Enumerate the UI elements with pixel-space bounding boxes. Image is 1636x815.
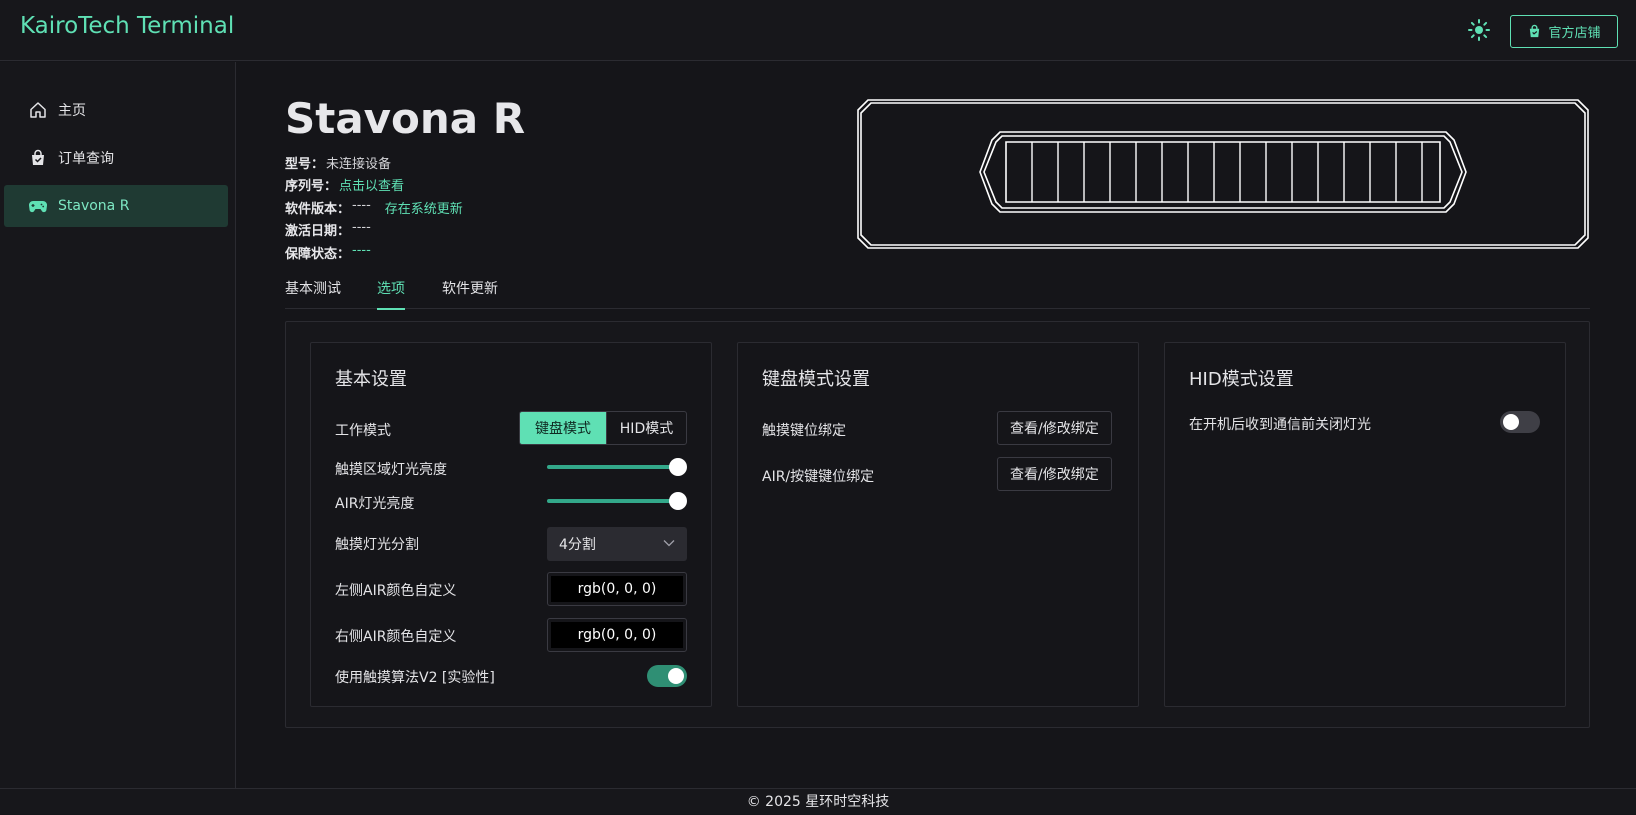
touch-split-label: 触摸灯光分割 [335,537,419,553]
air-binding-label: AIR/按键键位绑定 [762,469,875,485]
air-brightness-slider[interactable] [547,492,687,510]
system-update-link[interactable]: 存在系统更新 [385,198,463,217]
slider-track [547,465,677,469]
model-value: 未连接设备 [326,157,392,172]
shopping-bag-icon [1530,24,1540,38]
sidebar-item-home[interactable]: 主页 [4,89,228,131]
slider-thumb[interactable] [669,458,687,476]
card-title: HID模式设置 [1189,369,1294,390]
touch-v2-toggle[interactable] [647,665,687,687]
lights-off-toggle[interactable] [1500,411,1540,433]
device-serial-row: 序列号： 点击以查看 [285,175,404,194]
device-illustration [857,99,1589,249]
official-store-button[interactable]: 官方店铺 [1510,15,1618,48]
home-icon [30,102,46,118]
store-button-label: 官方店铺 [1548,26,1601,41]
touch-binding-label: 触摸键位绑定 [762,423,846,439]
work-mode-toggle: 键盘模式 HID模式 [519,411,687,445]
hid-mode-option[interactable]: HID模式 [606,412,686,444]
left-air-color-label: 左侧AIR颜色自定义 [335,583,457,599]
order-bag-icon [32,149,44,165]
touch-split-select[interactable]: 4分割 [547,527,687,561]
top-bar: KairoTech Terminal 官方店铺 [0,0,1636,61]
hid-settings-card: HID模式设置 在开机后收到通信前关闭灯光 [1164,342,1566,707]
toggle-knob [668,668,684,684]
chevron-down-icon [663,540,675,547]
software-label: 软件版本： [285,202,351,217]
card-title: 键盘模式设置 [762,369,870,390]
activation-label: 激活日期： [285,224,351,239]
device-activation-row: 激活日期： ---- [285,220,371,239]
touch-split-value: 4分割 [559,537,596,553]
tab-basic-test[interactable]: 基本测试 [285,278,341,308]
left-air-color-picker[interactable]: rgb(0, 0, 0) [547,572,687,606]
gamepad-icon [28,200,48,213]
model-label: 型号： [285,157,325,172]
sun-icon[interactable] [1467,18,1491,42]
air-binding-button[interactable]: 查看/修改绑定 [997,457,1112,491]
sidebar-item-orders[interactable]: 订单查询 [4,137,228,179]
software-value: ---- [352,198,371,213]
device-tabs: 基本测试 选项 软件更新 [285,268,1590,310]
footer: © 2025 星环时空科技 [0,788,1636,814]
air-brightness-label: AIR灯光亮度 [335,496,415,512]
toggle-knob [1503,414,1519,430]
device-title: Stavona R [285,94,526,143]
tab-options[interactable]: 选项 [377,278,405,310]
sidebar-item-stavona-r[interactable]: Stavona R [4,185,228,227]
work-mode-label: 工作模式 [335,423,391,439]
app-brand[interactable]: KairoTech Terminal [20,13,234,39]
slider-thumb[interactable] [669,492,687,510]
device-software-row: 软件版本： ---- 存在系统更新 [285,198,463,217]
touch-brightness-slider[interactable] [547,458,687,476]
touch-binding-button[interactable]: 查看/修改绑定 [997,411,1112,445]
sidebar-item-label: 主页 [58,103,86,119]
device-model-row: 型号： 未连接设备 [285,153,391,172]
right-air-color-label: 右侧AIR颜色自定义 [335,629,457,645]
touch-brightness-label: 触摸区域灯光亮度 [335,462,447,478]
basic-settings-card: 基本设置 工作模式 键盘模式 HID模式 触摸区域灯光亮度 AIR灯光亮度 触摸… [310,342,712,707]
sidebar-item-label: 订单查询 [58,151,114,167]
warranty-value: ---- [352,243,371,258]
left-air-color-value: rgb(0, 0, 0) [551,576,683,602]
sidebar: 主页 订单查询 Stavona R [0,62,236,788]
sidebar-item-label: Stavona R [58,198,130,214]
activation-value: ---- [352,220,371,235]
device-warranty-row: 保障状态： ---- [285,243,371,262]
card-title: 基本设置 [335,369,407,390]
tab-software-update[interactable]: 软件更新 [442,278,498,308]
touch-v2-label: 使用触摸算法V2 [实验性] [335,670,495,686]
serial-reveal-link[interactable]: 点击以查看 [339,175,404,194]
right-air-color-value: rgb(0, 0, 0) [551,622,683,648]
keyboard-settings-card: 键盘模式设置 触摸键位绑定 查看/修改绑定 AIR/按键键位绑定 查看/修改绑定 [737,342,1139,707]
right-air-color-picker[interactable]: rgb(0, 0, 0) [547,618,687,652]
slider-track [547,499,677,503]
keyboard-mode-option[interactable]: 键盘模式 [520,412,606,444]
lights-off-label: 在开机后收到通信前关闭灯光 [1189,417,1371,433]
warranty-label: 保障状态： [285,247,351,262]
serial-label: 序列号： [285,179,338,194]
